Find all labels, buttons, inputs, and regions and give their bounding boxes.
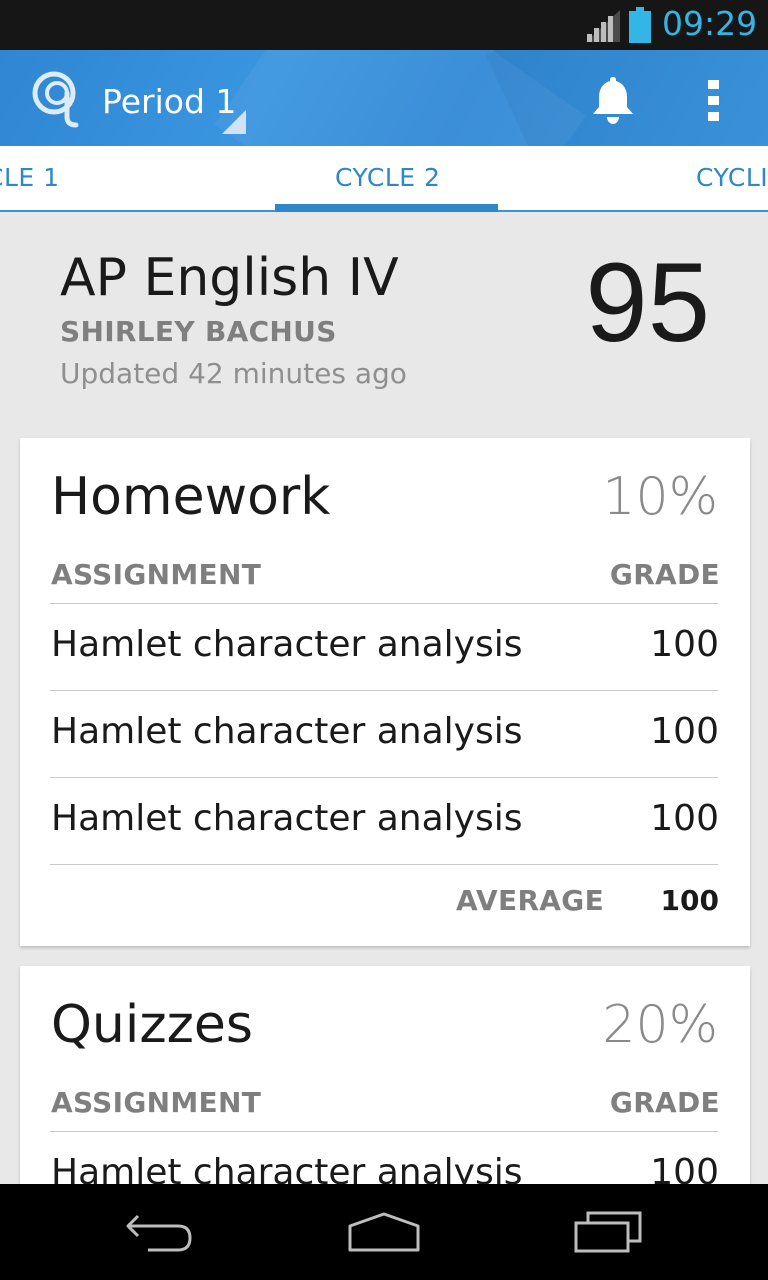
divider bbox=[50, 1131, 718, 1132]
divider bbox=[50, 690, 718, 691]
overflow-menu-icon[interactable] bbox=[703, 80, 725, 122]
dropdown-arrow-icon bbox=[222, 110, 246, 134]
status-bar: 09:29 bbox=[0, 0, 768, 50]
bell-icon[interactable] bbox=[589, 74, 637, 126]
category-card-homework: Homework 10% ASSIGNMENT GRADE Hamlet cha… bbox=[20, 438, 750, 946]
app-logo[interactable] bbox=[32, 71, 82, 129]
course-title: AP English IV bbox=[60, 248, 399, 308]
tab-cycle-1[interactable]: CLE 1 bbox=[0, 162, 60, 194]
assignment-grade: 100 bbox=[650, 711, 719, 752]
cycle-tabs: CLE 1 CYCLE 2 CYCLI bbox=[0, 146, 768, 212]
updated-timestamp: Updated 42 minutes ago bbox=[60, 357, 407, 390]
period-selector[interactable]: Period 1 bbox=[102, 80, 236, 124]
recent-apps-icon[interactable] bbox=[572, 1210, 644, 1254]
divider bbox=[50, 777, 718, 778]
back-icon[interactable] bbox=[122, 1210, 196, 1254]
category-name: Quizzes bbox=[51, 995, 254, 1055]
course-average-grade: 95 bbox=[585, 240, 710, 365]
system-nav-bar bbox=[0, 1184, 768, 1280]
category-name: Homework bbox=[51, 467, 331, 527]
average-value: 100 bbox=[660, 884, 719, 917]
assignment-name[interactable]: Hamlet character analysis bbox=[51, 623, 523, 667]
assignment-name[interactable]: Hamlet character analysis bbox=[51, 797, 523, 841]
category-weight: 10% bbox=[602, 467, 718, 527]
tab-cycle-3[interactable]: CYCLI bbox=[696, 162, 768, 194]
column-header-assignment: ASSIGNMENT bbox=[51, 1086, 262, 1119]
column-header-grade: GRADE bbox=[609, 1086, 720, 1119]
signal-icon bbox=[586, 10, 620, 42]
category-card-quizzes: Quizzes 20% ASSIGNMENT GRADE Hamlet char… bbox=[20, 966, 750, 1206]
column-header-grade: GRADE bbox=[609, 558, 720, 591]
divider bbox=[50, 864, 718, 865]
battery-icon bbox=[629, 7, 651, 43]
column-header-assignment: ASSIGNMENT bbox=[51, 558, 262, 591]
category-weight: 20% bbox=[602, 995, 718, 1055]
status-clock: 09:29 bbox=[662, 4, 758, 43]
tab-cycle-2[interactable]: CYCLE 2 bbox=[335, 162, 440, 194]
tab-indicator bbox=[275, 204, 498, 212]
home-icon[interactable] bbox=[346, 1210, 422, 1254]
assignment-grade: 100 bbox=[650, 798, 719, 839]
assignment-name[interactable]: Hamlet character analysis bbox=[51, 710, 523, 754]
teacher-name: SHIRLEY BACHUS bbox=[60, 315, 337, 348]
average-label: AVERAGE bbox=[455, 884, 604, 917]
divider bbox=[50, 603, 718, 604]
assignment-grade: 100 bbox=[650, 624, 719, 665]
action-bar: Period 1 bbox=[0, 50, 768, 146]
